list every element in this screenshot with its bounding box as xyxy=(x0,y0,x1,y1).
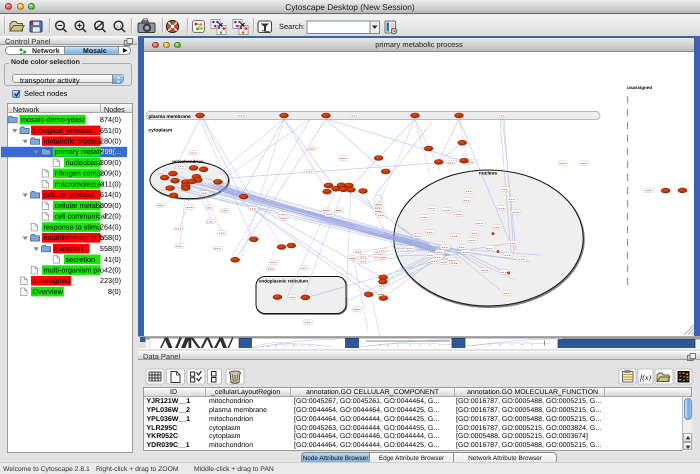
svg-text:558(0): 558(0) xyxy=(100,233,121,242)
svg-text:f(x): f(x) xyxy=(640,373,651,382)
svg-text:Search:: Search: xyxy=(279,22,305,31)
svg-text:1:1: 1:1 xyxy=(116,23,122,28)
svg-text:mosaic-demo-yeast: mosaic-demo-yeast xyxy=(21,115,85,124)
svg-text:223(0): 223(0) xyxy=(100,276,121,285)
svg-text:8(0): 8(0) xyxy=(108,287,121,296)
svg-text:unassigned: unassigned xyxy=(33,276,70,285)
svg-text:multi-organism pro: multi-organism pro xyxy=(44,266,104,275)
svg-text:209(0): 209(0) xyxy=(100,201,121,210)
svg-text:209(0): 209(0) xyxy=(100,158,121,167)
svg-text:311(0): 311(0) xyxy=(100,180,121,189)
svg-text:22(0): 22(0) xyxy=(104,212,121,221)
svg-text:Overview: Overview xyxy=(33,287,64,296)
svg-text:264(0): 264(0) xyxy=(100,223,121,232)
svg-text:651(0): 651(0) xyxy=(100,126,121,135)
svg-text:cytoplasm: cytoplasm xyxy=(149,128,173,134)
svg-text:metabolic process: metabolic process xyxy=(44,137,103,146)
svg-text:42(0): 42(0) xyxy=(104,266,121,275)
svg-text:macromolecule: macromolecule xyxy=(55,180,104,189)
svg-text:biological_process: biological_process xyxy=(33,126,93,135)
svg-text:response to stimu: response to stimu xyxy=(44,223,102,232)
svg-text:transport: transport xyxy=(55,244,84,253)
svg-text:cell communicat: cell communicat xyxy=(55,212,107,221)
svg-text:558(0): 558(0) xyxy=(100,244,121,253)
svg-text:nitrogen compo: nitrogen compo xyxy=(55,169,105,178)
svg-text:cellular process: cellular process xyxy=(44,190,95,199)
svg-text:cellular metabo: cellular metabo xyxy=(55,201,104,210)
svg-text:614(0): 614(0) xyxy=(100,190,121,199)
svg-text:209(0): 209(0) xyxy=(100,169,121,178)
svg-text:41(0): 41(0) xyxy=(104,255,121,264)
svg-text:unassigned: unassigned xyxy=(627,85,652,90)
svg-text:establishment of lo: establishment of lo xyxy=(44,233,105,242)
svg-text:plasma membrane: plasma membrane xyxy=(149,114,191,120)
svg-text:secretion: secretion xyxy=(66,255,96,264)
svg-text:primary metabo: primary metabo xyxy=(55,147,106,156)
svg-text:209(...: 209(... xyxy=(100,147,121,156)
svg-text:endoplasmic reticulum: endoplasmic reticulum xyxy=(259,279,308,284)
svg-text:280(0): 280(0) xyxy=(100,137,121,146)
svg-text:874(0): 874(0) xyxy=(100,115,121,124)
